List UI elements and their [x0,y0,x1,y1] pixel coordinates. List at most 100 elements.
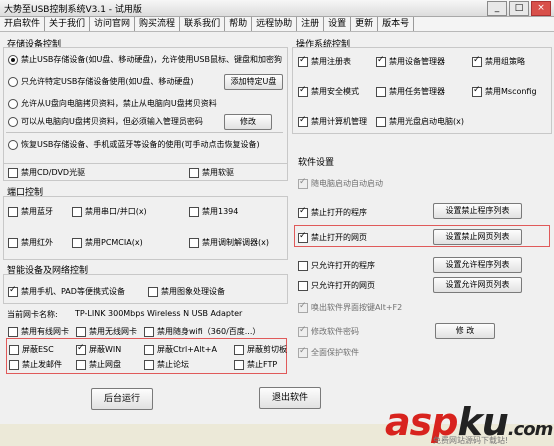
checkbox-box[interactable] [189,237,199,248]
checkbox-box[interactable] [298,177,308,189]
checkbox-box[interactable] [376,55,386,67]
menu-update[interactable]: 更新 [351,17,379,31]
checkbox-box[interactable] [298,115,308,127]
disable-cdboot-checkbox[interactable]: 禁用光盘启动电脑(x) [376,116,464,127]
block-esc-checkbox[interactable]: 屏蔽ESC [9,344,54,355]
menu-contact[interactable]: 联系我们 [180,17,226,31]
menu-start[interactable]: 开启软件 [0,17,46,31]
exit-software-button[interactable]: 退出软件 [259,387,321,409]
storage-opt-readonly[interactable]: 允许从U盘向电脑拷贝资料，禁止从电脑向U盘拷贝资料 [8,98,217,109]
disable-msconfig-checkbox[interactable]: 禁用Msconfig [472,85,537,97]
radio-dot[interactable] [8,98,18,109]
block-ftp-checkbox[interactable]: 禁止FTP [234,359,277,370]
checkbox-box[interactable] [148,286,158,297]
set-blocked-programs-button[interactable]: 设置禁止程序列表 [433,203,522,219]
disable-imaging-checkbox[interactable]: 禁用图象处理设备 [148,286,225,297]
disable-modem-checkbox[interactable]: 禁用调制解调器(x) [189,237,269,248]
block-programs-checkbox[interactable]: 禁止打开的程序 [298,206,367,218]
radio-dot[interactable] [8,76,18,87]
checkbox-box[interactable] [298,260,308,271]
checkbox-box[interactable] [298,325,308,337]
disable-registry-checkbox[interactable]: 禁用注册表 [298,55,351,67]
storage-opt-disable-usb[interactable]: 禁止USB存储设备(如U盘、移动硬盘)，允许使用USB鼠标、键盘和加密狗 [8,54,282,65]
disable-compmgmt-checkbox[interactable]: 禁用计算机管理 [298,115,367,127]
menu-remote[interactable]: 远程协助 [252,17,298,31]
block-ctrlalta-checkbox[interactable]: 屏蔽Ctrl+Alt+A [144,344,217,355]
disable-floppy-checkbox[interactable]: 禁用软驱 [189,167,234,178]
disable-infrared-checkbox[interactable]: 禁用红外 [8,237,53,248]
checkbox-box[interactable] [8,285,18,297]
checkbox-box[interactable] [189,167,199,178]
menu-about[interactable]: 关于我们 [45,17,91,31]
disable-serial-checkbox[interactable]: 禁用串口/并口(x) [72,206,147,217]
menu-website[interactable]: 访问官网 [90,17,136,31]
checkbox-box[interactable] [72,206,82,217]
set-allowed-web-button[interactable]: 设置允许网页列表 [433,277,522,293]
disable-safemode-checkbox[interactable]: 禁用安全模式 [298,85,359,97]
disable-bluetooth-checkbox[interactable]: 禁用蓝牙 [8,206,53,217]
add-specific-usb-button[interactable]: 添加特定U盘 [224,74,283,90]
disable-devmgr-checkbox[interactable]: 禁用设备管理器 [376,55,445,67]
block-win-checkbox[interactable]: 屏蔽WIN [76,343,121,355]
allow-programs-checkbox[interactable]: 只允许打开的程序 [298,260,375,271]
change-password-button[interactable]: 修 改 [435,323,495,339]
minimize-button[interactable]: _ [487,1,507,16]
disable-cd-checkbox[interactable]: 禁用CD/DVD光驱 [8,167,85,178]
checkbox-box[interactable] [298,301,308,313]
storage-opt-restore[interactable]: 恢复USB存储设备、手机或蓝牙等设备的使用(可手动点击恢复设备) [8,139,260,150]
checkbox-box[interactable] [144,326,154,337]
set-allowed-programs-button[interactable]: 设置允许程序列表 [433,257,522,273]
maximize-button[interactable]: □ [509,1,529,16]
run-background-button[interactable]: 后台运行 [91,388,153,410]
storage-opt-allow-specific[interactable]: 只允许特定USB存储设备使用(如U盘、移动硬盘) [8,76,194,87]
checkbox-box[interactable] [298,346,308,358]
checkbox-box[interactable] [8,206,18,217]
disable-wifi-checkbox[interactable]: 禁用随身wifi（360/百度...） [144,326,260,337]
checkbox-box[interactable] [76,359,86,370]
storage-opt-password-write[interactable]: 可以从电脑向U盘拷贝资料，但必须输入管理员密码 [8,116,203,127]
checkbox-box[interactable] [376,116,386,127]
disable-phone-checkbox[interactable]: 禁用手机、PAD等便携式设备 [8,285,125,297]
disable-wireless-checkbox[interactable]: 禁用无线网卡 [76,326,137,337]
block-netdisk-checkbox[interactable]: 禁止网盘 [76,359,121,370]
menu-version[interactable]: 版本号 [378,17,415,31]
checkbox-box[interactable] [72,237,82,248]
checkbox-box[interactable] [76,326,86,337]
checkbox-box[interactable] [298,55,308,67]
menu-purchase[interactable]: 购买流程 [135,17,181,31]
checkbox-box[interactable] [472,55,482,67]
radio-dot[interactable] [8,139,18,150]
checkbox-box[interactable] [298,231,308,243]
block-clipboard-checkbox[interactable]: 屏蔽剪切板 [234,344,287,355]
disable-pcmcia-checkbox[interactable]: 禁用PCMCIA(x) [72,237,143,248]
allow-web-checkbox[interactable]: 只允许打开的网页 [298,280,375,291]
set-blocked-web-button[interactable]: 设置禁止网页列表 [433,229,522,245]
checkbox-box[interactable] [234,359,244,370]
checkbox-box[interactable] [298,85,308,97]
radio-dot[interactable] [8,54,18,65]
close-button[interactable]: × [531,1,551,16]
block-web-checkbox[interactable]: 禁止打开的网页 [298,231,367,243]
menu-register[interactable]: 注册 [297,17,325,31]
checkbox-box[interactable] [376,86,386,97]
radio-dot[interactable] [8,116,18,127]
checkbox-box[interactable] [144,359,154,370]
checkbox-box[interactable] [8,167,18,178]
checkbox-box[interactable] [298,206,308,218]
autostart-checkbox[interactable]: 随电脑启动自动启动 [298,177,383,189]
checkbox-box[interactable] [8,237,18,248]
checkbox-box[interactable] [144,344,154,355]
modify-password-button[interactable]: 修改 [224,114,272,130]
disable-wired-checkbox[interactable]: 禁用有线网卡 [8,326,69,337]
block-forum-checkbox[interactable]: 禁止论坛 [144,359,189,370]
checkbox-box[interactable] [234,344,244,355]
menu-help[interactable]: 帮助 [225,17,253,31]
disable-1394-checkbox[interactable]: 禁用1394 [189,206,238,217]
checkbox-box[interactable] [8,326,18,337]
full-protect-checkbox[interactable]: 全面保护软件 [298,346,359,358]
disable-gpedit-checkbox[interactable]: 禁用组策略 [472,55,525,67]
checkbox-box[interactable] [298,280,308,291]
block-email-checkbox[interactable]: 禁止发邮件 [9,359,62,370]
change-password-checkbox[interactable]: 修改软件密码 [298,325,359,337]
hotkey-checkbox[interactable]: 唤出软件界面按键Alt+F2 [298,301,402,313]
